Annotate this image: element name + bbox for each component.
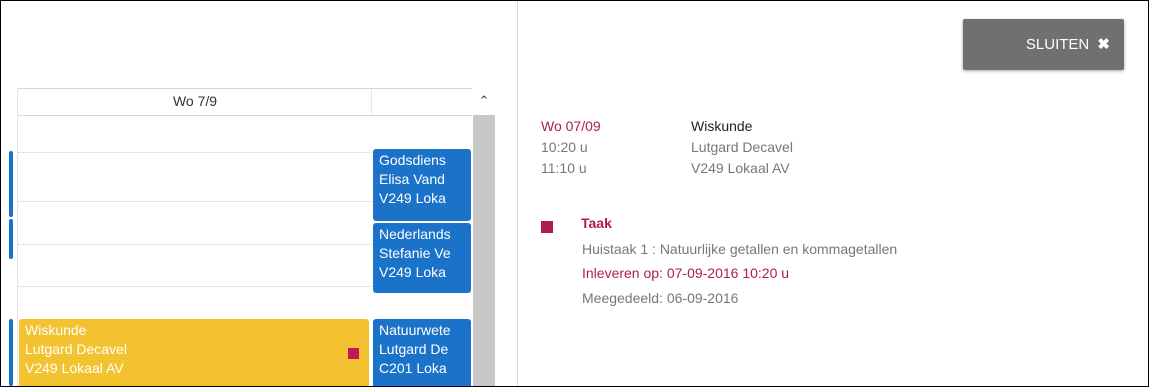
close-icon: ✖ <box>1097 36 1110 53</box>
event-teacher: Elisa Vand <box>379 171 445 187</box>
event-teacher: Lutgard Decavel <box>25 341 127 357</box>
event-room: V249 Loka <box>379 190 446 206</box>
event-subject: Wiskunde <box>25 322 87 338</box>
half-hour-line <box>18 152 372 153</box>
calendar-event-natuurwetenschappen[interactable]: Natuurwete Lutgard De C201 Loka <box>373 319 471 386</box>
task-description: Huistaak 1 : Natuurlijke getallen en kom… <box>582 241 898 257</box>
task-due-date: Inleveren op: 07-09-2016 10:20 u <box>582 265 790 281</box>
scrollbar-track[interactable] <box>473 115 495 386</box>
lesson-subject: Wiskunde <box>691 118 753 134</box>
event-edge-marker <box>9 219 13 259</box>
day-column-header[interactable]: Wo 7/9 <box>17 88 372 116</box>
lesson-end-time: 11:10 u <box>541 160 587 176</box>
event-room: V249 Lokaal AV <box>25 360 124 376</box>
calendar-event-wiskunde[interactable]: Wiskunde Lutgard Decavel V249 Lokaal AV <box>19 319 369 386</box>
lesson-room: V249 Lokaal AV <box>691 160 790 176</box>
event-teacher: Lutgard De <box>379 341 449 357</box>
event-subject: Nederlands <box>379 226 451 242</box>
event-edge-marker <box>9 151 13 217</box>
task-title: Taak <box>581 215 612 231</box>
close-button[interactable]: SLUITEN ✖ <box>963 19 1124 70</box>
event-subject: Godsdiens <box>379 152 446 168</box>
event-room: C201 Loka <box>379 360 447 376</box>
lesson-date: Wo 07/09 <box>541 118 601 134</box>
calendar-pane: Wo 7/9 ⌃ Godsdiens Elisa Vand V249 Loka … <box>1 1 518 386</box>
calendar-event-nederlands[interactable]: Nederlands Stefanie Ve V249 Loka <box>373 223 471 293</box>
close-button-label: SLUITEN <box>1025 36 1090 53</box>
calendar-event-godsdienst[interactable]: Godsdiens Elisa Vand V249 Loka <box>373 149 471 221</box>
task-square-icon <box>348 348 359 359</box>
event-subject: Natuurwete <box>379 322 451 338</box>
app-frame: Wo 7/9 ⌃ Godsdiens Elisa Vand V249 Loka … <box>0 0 1149 387</box>
hour-line <box>18 286 372 287</box>
hour-line <box>18 201 372 202</box>
event-room: V249 Loka <box>379 264 446 280</box>
task-shared-date: Meegedeeld: 06-09-2016 <box>582 290 739 306</box>
task-square-icon <box>541 221 553 233</box>
next-day-column-header <box>371 88 472 116</box>
event-teacher: Stefanie Ve <box>379 245 451 261</box>
scroll-up-arrow-icon[interactable]: ⌃ <box>473 88 495 114</box>
lesson-start-time: 10:20 u <box>541 139 588 155</box>
half-hour-line <box>18 244 372 245</box>
lesson-teacher: Lutgard Decavel <box>691 139 793 155</box>
event-edge-marker <box>9 319 13 386</box>
